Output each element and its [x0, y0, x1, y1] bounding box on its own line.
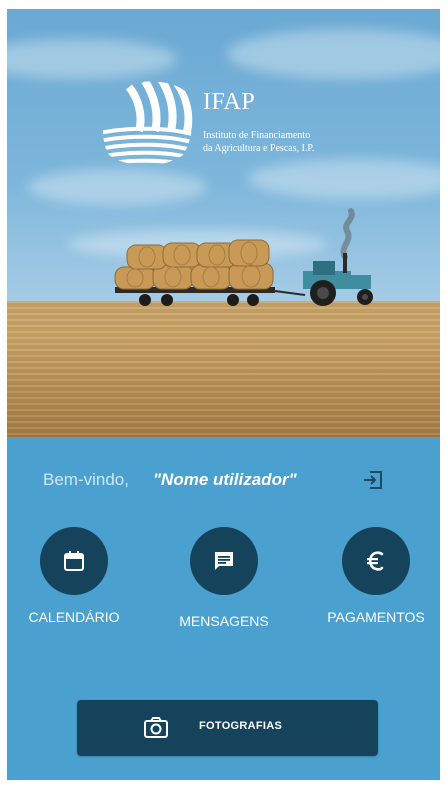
hero-photo: IFAP Instituto de Financiamento da Agric…: [7, 9, 440, 437]
messages-button-circle: [190, 527, 258, 595]
welcome-username: "Nome utilizador": [153, 470, 297, 489]
payments-button[interactable]: PAGAMENTOS: [316, 527, 436, 637]
ifap-logo: IFAP Instituto de Financiamento da Agric…: [99, 77, 379, 169]
brand-subtitle-line2: da Agricultura e Pescas, I.P.: [203, 143, 315, 154]
brand-subtitle-line1: Instituto de Financiamento: [203, 130, 311, 141]
logout-icon: [364, 471, 382, 489]
ifap-emblem-icon: [103, 81, 193, 166]
calendar-label: CALENDÁRIO: [28, 609, 120, 625]
welcome-greeting: Bem-vindo,: [43, 470, 129, 489]
payments-label: PAGAMENTOS: [327, 609, 425, 625]
photos-label: FOTOGRAFIAS: [199, 720, 283, 732]
photos-button[interactable]: FOTOGRAFIAS: [77, 700, 378, 756]
camera-icon: [144, 717, 168, 738]
euro-icon: [367, 551, 384, 571]
app-screen: IFAP Instituto de Financiamento da Agric…: [7, 9, 440, 780]
calendar-button-circle: [40, 527, 108, 595]
brand-name: IFAP: [203, 89, 256, 115]
calendar-icon: [64, 551, 84, 571]
payments-button-circle: [342, 527, 410, 595]
tractor-with-hay-bales: [114, 208, 373, 306]
message-icon: [215, 552, 233, 570]
messages-button[interactable]: MENSAGENS: [164, 527, 284, 637]
logout-button[interactable]: [362, 470, 384, 490]
calendar-button[interactable]: CALENDÁRIO: [14, 527, 134, 637]
messages-label: MENSAGENS: [179, 613, 269, 629]
home-panel: Bem-vindo, "Nome utilizador" CALENDÁRIO: [7, 437, 440, 780]
